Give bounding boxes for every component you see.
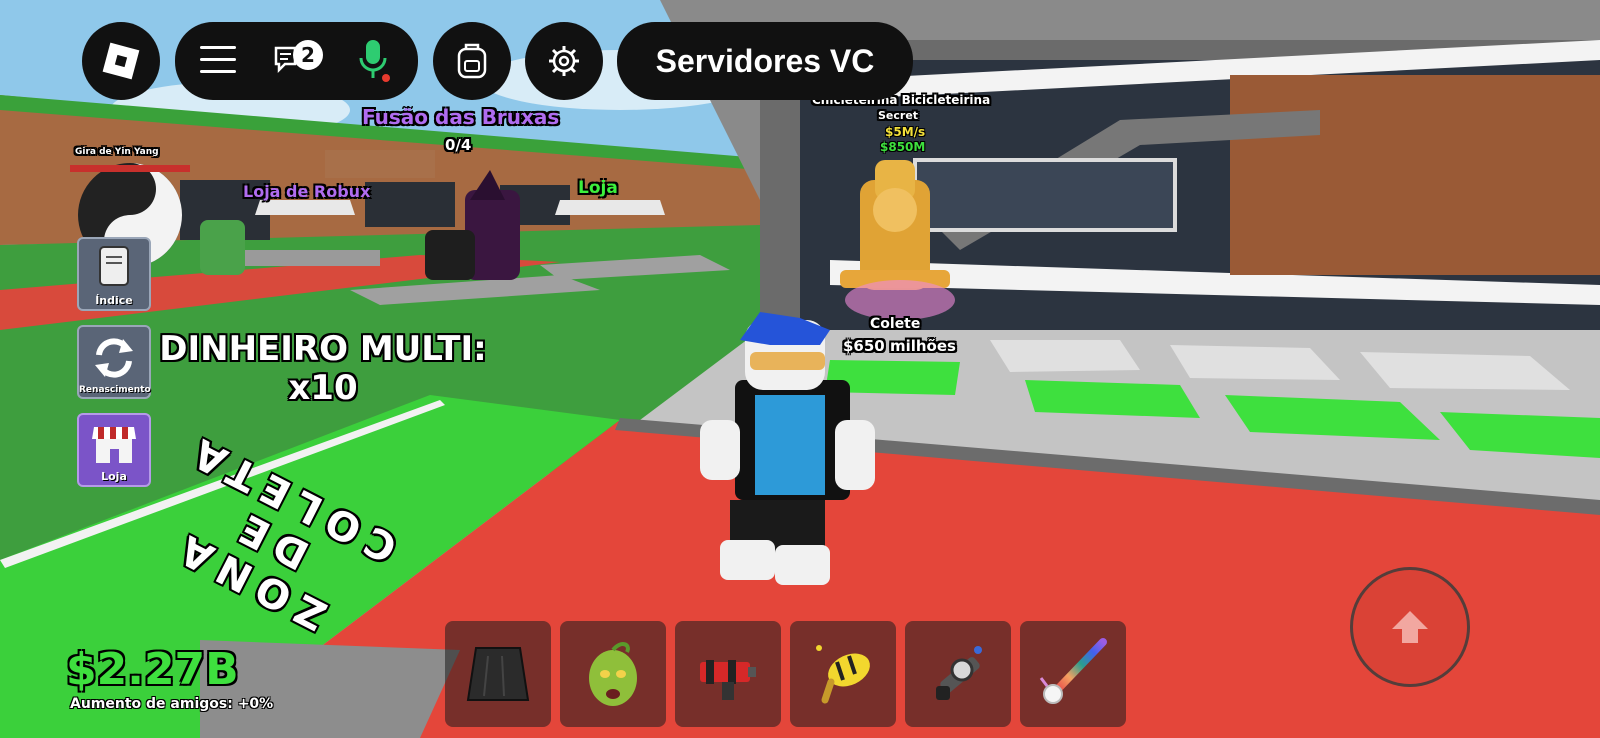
brainrot-rate: $5M/s (885, 125, 926, 139)
witch-fusion-title: Fusão das Bruxas (362, 105, 560, 129)
robux-shop-label: Loja de Robux (243, 182, 371, 201)
voice-servers-label: Servidores VC (655, 42, 875, 79)
hotbar-slot-1[interactable] (445, 621, 551, 727)
cash-display: $2.27B (66, 644, 239, 695)
red-blaster-icon (700, 660, 756, 700)
shop-button[interactable]: Loja (77, 413, 151, 487)
money-multiplier: DINHEIRO MULTI: x10 (158, 330, 488, 408)
money-multi-value: x10 (288, 368, 358, 408)
friend-boost-text: Aumento de amigos: +0% (70, 696, 274, 712)
brainrot-price: $850M (880, 140, 926, 154)
refresh-icon (95, 338, 133, 378)
bee-launcher-icon (816, 645, 870, 704)
gear-icon (549, 46, 579, 76)
hotbar-slot-6[interactable] (1020, 621, 1126, 727)
hud-main-pill: 2 (175, 22, 418, 100)
rebirth-button[interactable]: Renascimento (77, 325, 151, 399)
voice-servers-button[interactable]: Servidores VC (617, 22, 913, 100)
index-button[interactable]: Índice (77, 237, 151, 311)
hotbar-slot-3[interactable] (675, 621, 781, 727)
brainrot-rarity: Secret (878, 109, 919, 122)
chat-button[interactable]: 2 (273, 40, 323, 80)
collect-amount: $650 milhões (843, 337, 956, 355)
web-slinger-icon (936, 646, 982, 700)
arrow-up-icon (1392, 611, 1428, 643)
chat-badge: 2 (293, 40, 323, 70)
storefront-icon (92, 427, 136, 463)
shop-world-label: Loja (578, 178, 618, 198)
index-label: Índice (95, 294, 133, 307)
yin-yang-spin-label: Gira de Yin Yang (75, 147, 159, 157)
settings-button[interactable] (525, 22, 603, 100)
money-multi-label: DINHEIRO MULTI: (159, 329, 487, 369)
roblox-logo-icon (102, 42, 140, 80)
hotbar-slot-4[interactable] (790, 621, 896, 727)
zombie-head-icon (589, 642, 637, 706)
shop-label: Loja (101, 470, 127, 483)
cape-icon (466, 647, 530, 701)
microphone-icon (359, 40, 390, 82)
hotbar-slot-2[interactable] (560, 621, 666, 727)
rebirth-label: Renascimento (79, 385, 151, 395)
hamburger-menu-button[interactable] (200, 46, 236, 76)
roblox-menu-button[interactable] (82, 22, 160, 100)
book-icon (99, 246, 129, 286)
collect-label: Colete (870, 316, 921, 332)
unicorn-sword-icon (1039, 638, 1107, 704)
witch-fusion-progress: 0/4 (445, 136, 472, 154)
hamburger-icon (200, 46, 236, 73)
hotbar-slot-5[interactable] (905, 621, 1011, 727)
backpack-button[interactable] (433, 22, 511, 100)
voice-mic-button[interactable] (355, 38, 391, 84)
jump-button[interactable] (1350, 567, 1470, 687)
backpack-icon (457, 43, 487, 79)
